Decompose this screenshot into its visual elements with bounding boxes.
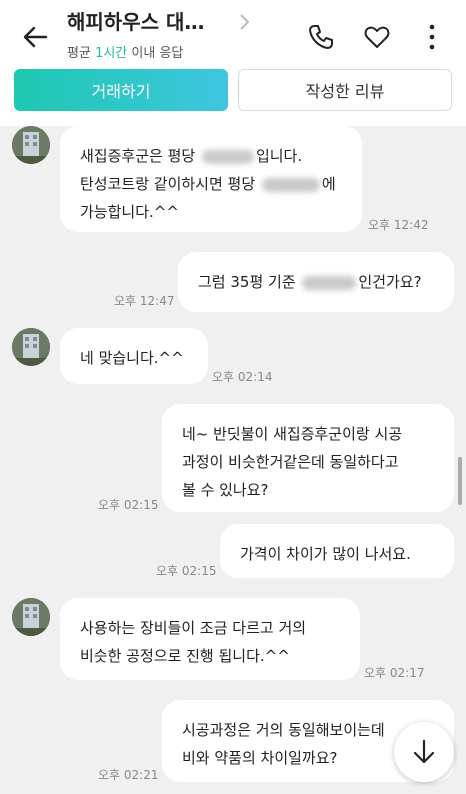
message-text: 인건가요? <box>358 273 422 291</box>
written-review-button[interactable]: 작성한 리뷰 <box>238 69 452 111</box>
partner-avatar[interactable] <box>12 598 50 636</box>
arrow-down-icon <box>413 739 435 764</box>
back-arrow-icon[interactable] <box>20 22 50 52</box>
message-timestamp: 오후 02:17 <box>364 666 425 680</box>
message-text: 그럼 35평 기준 <box>198 273 301 291</box>
blurred-price <box>261 177 320 192</box>
heart-icon[interactable] <box>362 22 392 52</box>
message-list[interactable]: 새집증후군은 평당 입니다. 탄성코트랑 같이하시면 평당 에 가능합니다.^^… <box>0 126 466 794</box>
building-photo-icon <box>12 328 50 366</box>
message-timestamp: 오후 02:21 <box>98 768 159 782</box>
blurred-price <box>201 149 254 164</box>
chevron-right-icon[interactable] <box>236 12 252 32</box>
chat-header: 해피하우스 대… 평균 1시간 이내 응답 거래하기 작성한 리뷰 <box>0 0 466 126</box>
sent-message-bubble: 그럼 35평 기준 인건가요? <box>178 252 454 312</box>
response-suffix: 이내 응답 <box>131 46 184 61</box>
received-message-bubble: 새집증후군은 평당 입니다. 탄성코트랑 같이하시면 평당 에 가능합니다.^^ <box>60 126 362 232</box>
partner-avatar[interactable] <box>12 126 50 164</box>
received-message-bubble: 사용하는 장비들이 조금 다르고 거의 비슷한 공정으로 진행 됩니다.^^ <box>60 598 360 680</box>
response-prefix: 평균 <box>67 46 91 61</box>
message-timestamp: 오후 02:14 <box>212 370 273 384</box>
sent-message-bubble: 가격이 차이가 많이 나서요. <box>220 524 454 578</box>
blurred-price <box>302 275 357 290</box>
trade-button[interactable]: 거래하기 <box>14 69 228 111</box>
scrollbar-thumb[interactable] <box>458 457 462 505</box>
sent-message-bubble: 네~ 반딧불이 새집증후군이랑 시공 과정이 비슷한거같은데 동일하다고 볼 수… <box>162 404 454 512</box>
partner-avatar[interactable] <box>12 328 50 366</box>
message-timestamp: 오후 12:47 <box>114 294 175 308</box>
message-timestamp: 오후 12:42 <box>368 218 429 232</box>
scroll-to-bottom-button[interactable] <box>394 722 454 782</box>
response-time-label: 평균 1시간 이내 응답 <box>67 42 183 61</box>
building-photo-icon <box>12 126 50 164</box>
message-timestamp: 오후 02:15 <box>156 564 217 578</box>
building-photo-icon <box>12 598 50 636</box>
received-message-bubble: 네 맞습니다.^^ <box>60 328 208 384</box>
message-text: 새집증후군은 평당 <box>80 147 200 165</box>
phone-icon[interactable] <box>306 22 336 52</box>
message-timestamp: 오후 02:15 <box>98 498 159 512</box>
chat-partner-name[interactable]: 해피하우스 대… <box>67 6 204 35</box>
more-options-icon[interactable] <box>417 22 447 52</box>
response-highlight: 1시간 <box>95 46 128 61</box>
